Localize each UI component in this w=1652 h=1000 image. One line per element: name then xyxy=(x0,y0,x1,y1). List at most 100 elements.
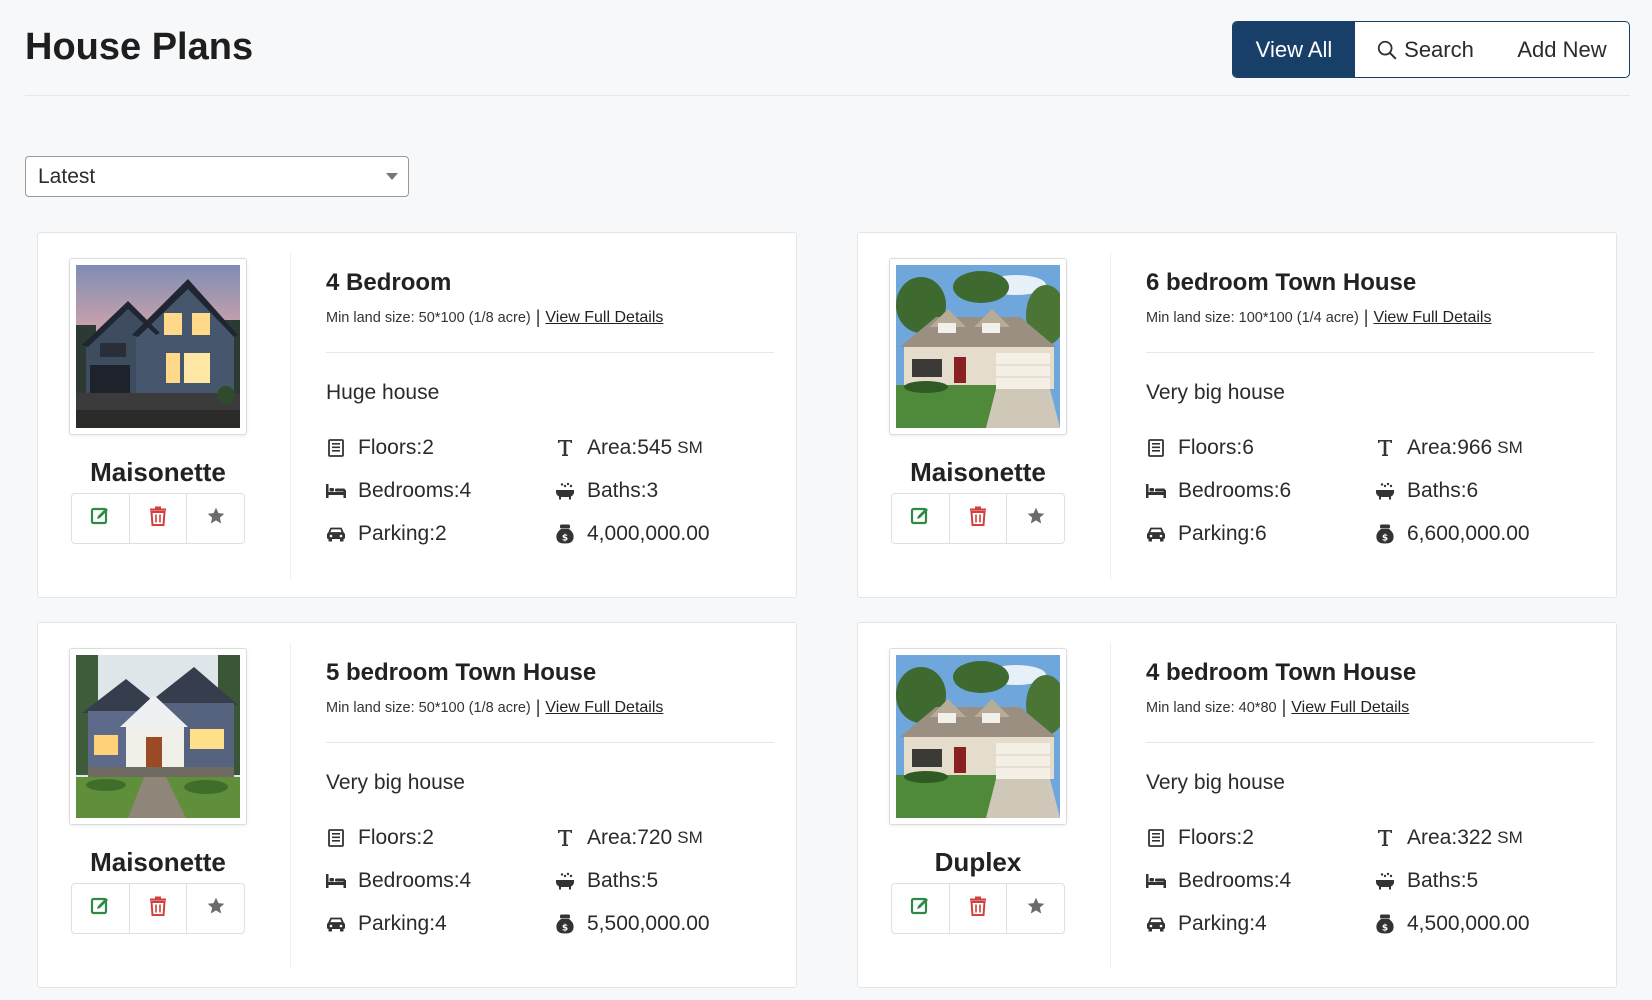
delete-button[interactable] xyxy=(948,884,1007,933)
text-height-icon xyxy=(1375,438,1395,458)
plan-title: 5 bedroom Town House xyxy=(326,659,597,686)
star-icon xyxy=(1026,896,1046,921)
trash-icon xyxy=(969,896,987,921)
ranch-house-photo[interactable] xyxy=(889,648,1067,825)
building-icon xyxy=(1146,828,1166,848)
spec-area: Area: 966 SM xyxy=(1375,436,1523,460)
plan-meta: Min land size: 40*80 | View Full Details xyxy=(1146,697,1409,718)
baths-label: Baths: xyxy=(587,479,647,502)
area-unit: SM xyxy=(1497,438,1523,457)
view-all-button[interactable]: View All xyxy=(1233,22,1355,77)
bed-icon xyxy=(1146,481,1166,501)
edit-button[interactable] xyxy=(892,884,949,933)
plan-description: Huge house xyxy=(326,381,440,404)
spec-bedrooms: Bedrooms: 6 xyxy=(1146,479,1291,503)
min-land-size: Min land size: 100*100 (1/4 acre) xyxy=(1146,310,1359,326)
favorite-button[interactable] xyxy=(1006,494,1064,543)
area-value: 720 xyxy=(637,826,673,849)
parking-label: Parking: xyxy=(1178,912,1256,935)
svg-text:$: $ xyxy=(562,534,568,544)
edit-button[interactable] xyxy=(892,494,949,543)
edit-icon xyxy=(910,506,930,531)
money-bag-icon: $ xyxy=(1375,914,1395,934)
spec-floors: Floors: 6 xyxy=(1146,436,1254,460)
favorite-button[interactable] xyxy=(1006,884,1064,933)
plan-description: Very big house xyxy=(1146,381,1285,404)
money-bag-icon: $ xyxy=(555,524,575,544)
floors-value: 2 xyxy=(422,826,434,849)
view-full-details-link[interactable]: View Full Details xyxy=(1291,699,1409,716)
favorite-button[interactable] xyxy=(186,884,244,933)
trash-icon xyxy=(969,506,987,531)
plan-actions xyxy=(71,883,245,934)
bedrooms-value: 4 xyxy=(1279,869,1292,892)
plan-type: Maisonette xyxy=(90,847,226,877)
spec-bedrooms: Bedrooms: 4 xyxy=(326,479,471,503)
baths-label: Baths: xyxy=(587,869,647,892)
area-value: 322 xyxy=(1457,826,1493,849)
plan-title: 4 Bedroom xyxy=(326,269,452,296)
spec-baths: Baths: 3 xyxy=(555,479,658,503)
plan-card-1: Maisonette 4 Bedroom Min land size: 50*1… xyxy=(37,232,797,598)
baths-value: 3 xyxy=(646,479,659,502)
trash-icon xyxy=(149,896,167,921)
spec-price: $ 4,500,000.00 xyxy=(1375,912,1530,936)
search-button[interactable]: Search xyxy=(1355,22,1495,77)
plan-title: 6 bedroom Town House xyxy=(1146,269,1417,296)
parking-label: Parking: xyxy=(1178,522,1256,545)
min-land-size: Min land size: 50*100 (1/8 acre) xyxy=(326,310,531,326)
view-full-details-link[interactable]: View Full Details xyxy=(545,309,663,326)
modern-farmhouse-photo[interactable] xyxy=(69,258,247,435)
delete-button[interactable] xyxy=(948,494,1007,543)
sort-select[interactable]: Latest xyxy=(25,156,409,197)
spec-parking: Parking: 4 xyxy=(1146,912,1267,936)
delete-button[interactable] xyxy=(128,494,187,543)
parking-value: 4 xyxy=(435,912,447,935)
plan-type: Duplex xyxy=(934,847,1022,877)
sort-select-value: Latest xyxy=(38,164,96,188)
parking-label: Parking: xyxy=(358,522,436,545)
bed-icon xyxy=(1146,871,1166,891)
spec-area: Area: 545 SM xyxy=(555,436,703,460)
price-value: 4,500,000.00 xyxy=(1407,912,1530,935)
baths-value: 6 xyxy=(1466,479,1479,502)
plan-type: Maisonette xyxy=(90,457,226,487)
star-icon xyxy=(206,506,226,531)
edit-button[interactable] xyxy=(72,884,129,933)
bedrooms-value: 6 xyxy=(1279,479,1292,502)
spec-area: Area: 322 SM xyxy=(1375,826,1523,850)
meta-separator: | xyxy=(1363,307,1369,327)
delete-button[interactable] xyxy=(128,884,187,933)
craftsman-house-photo[interactable] xyxy=(69,648,247,825)
floors-label: Floors: xyxy=(358,436,423,459)
baths-label: Baths: xyxy=(1407,869,1467,892)
plan-description: Very big house xyxy=(326,771,465,794)
baths-value: 5 xyxy=(1466,869,1479,892)
area-label: Area: xyxy=(587,826,638,849)
view-full-details-link[interactable]: View Full Details xyxy=(1373,309,1491,326)
text-height-icon xyxy=(555,828,575,848)
spec-parking: Parking: 2 xyxy=(326,522,447,546)
details-divider xyxy=(1146,742,1594,743)
area-value: 545 xyxy=(637,436,673,459)
spec-parking: Parking: 4 xyxy=(326,912,447,936)
spec-baths: Baths: 5 xyxy=(1375,869,1478,893)
favorite-button[interactable] xyxy=(186,494,244,543)
plan-card-left: Duplex xyxy=(858,623,1110,987)
min-land-size: Min land size: 40*80 xyxy=(1146,700,1277,716)
ranch-house-photo[interactable] xyxy=(889,258,1067,435)
edit-button[interactable] xyxy=(72,494,129,543)
floors-label: Floors: xyxy=(1178,436,1243,459)
svg-text:$: $ xyxy=(562,924,568,934)
bed-icon xyxy=(326,481,346,501)
card-divider xyxy=(290,643,291,969)
svg-text:$: $ xyxy=(1382,924,1388,934)
bedrooms-label: Bedrooms: xyxy=(1178,479,1280,502)
view-full-details-link[interactable]: View Full Details xyxy=(545,699,663,716)
meta-separator: | xyxy=(1281,697,1287,717)
add-new-button[interactable]: Add New xyxy=(1495,22,1629,77)
building-icon xyxy=(326,438,346,458)
plan-actions xyxy=(891,883,1065,934)
spec-floors: Floors: 2 xyxy=(1146,826,1254,850)
star-icon xyxy=(206,896,226,921)
